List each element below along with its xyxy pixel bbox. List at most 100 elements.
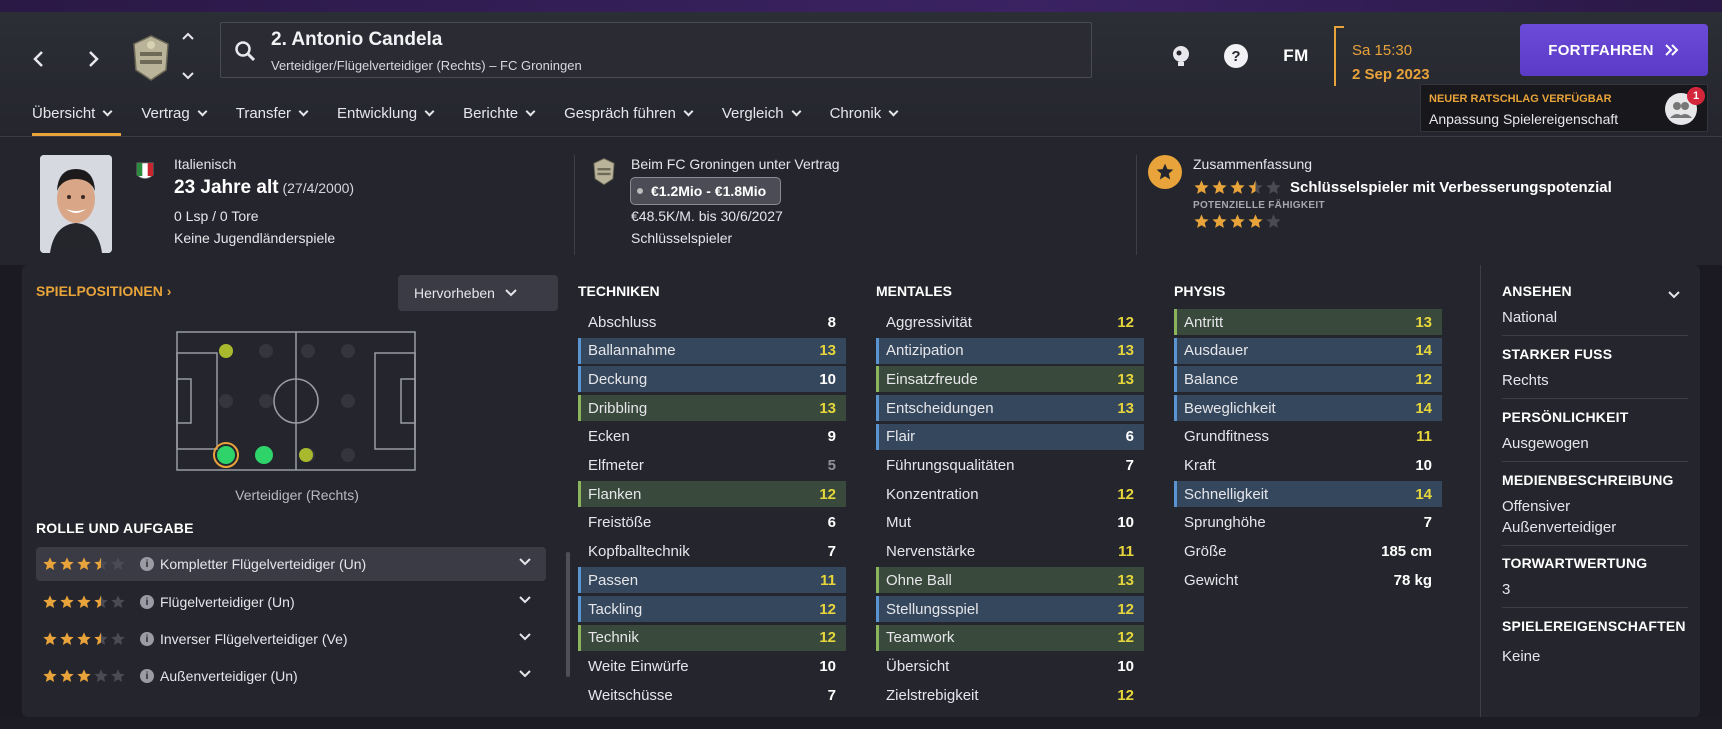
attribute-row[interactable]: Elfmeter 5 xyxy=(578,453,846,479)
chevron-down-icon[interactable] xyxy=(518,632,532,642)
attribute-row[interactable]: Führungsqualitäten 7 xyxy=(876,453,1144,479)
attribute-value: 8 xyxy=(827,313,836,331)
roles-scrollbar[interactable] xyxy=(566,552,570,677)
attribute-row[interactable]: Schnelligkeit 14 xyxy=(1174,481,1442,508)
reputation-block[interactable]: ANSEHEN National xyxy=(1502,283,1688,328)
divider xyxy=(1502,545,1688,546)
chevron-down-icon[interactable] xyxy=(1668,291,1680,299)
info-icon[interactable]: i xyxy=(140,669,154,683)
help-icon[interactable]: ? xyxy=(1219,39,1253,73)
star-icon xyxy=(43,595,57,608)
attribute-row[interactable]: Entscheidungen 13 xyxy=(876,395,1144,422)
tab-label: Vertrag xyxy=(141,104,190,122)
attribute-row[interactable]: Balance 12 xyxy=(1174,366,1442,393)
star-icon xyxy=(111,595,125,608)
chevron-down-icon[interactable] xyxy=(518,557,532,567)
chevron-down-icon xyxy=(791,106,802,116)
fm-logo[interactable]: FM xyxy=(1276,39,1316,73)
back-button[interactable] xyxy=(22,42,56,76)
attribute-row[interactable]: Flanken 12 xyxy=(578,481,846,508)
attribute-row[interactable]: Gewicht 78 kg xyxy=(1174,567,1442,593)
tab-overview[interactable]: Übersicht xyxy=(22,98,122,136)
attribute-row[interactable]: Passen 11 xyxy=(578,567,846,594)
attribute-value: 10 xyxy=(1117,657,1134,675)
tab-transfer[interactable]: Transfer xyxy=(226,98,317,128)
attribute-row[interactable]: Teamwork 12 xyxy=(876,624,1144,651)
tab-development[interactable]: Entwicklung xyxy=(327,98,443,128)
attribute-row[interactable]: Grundfitness 11 xyxy=(1174,424,1442,450)
search-icon[interactable] xyxy=(233,39,257,63)
tab-interact[interactable]: Gespräch führen xyxy=(554,98,702,128)
club-crest-small-icon xyxy=(590,155,618,192)
attribute-row[interactable]: Dribbling 13 xyxy=(578,395,846,422)
player-switcher[interactable] xyxy=(180,32,196,80)
search-bar[interactable]: 2. Antonio Candela Verteidiger/Flügelver… xyxy=(220,22,1092,78)
continue-button[interactable]: FORTFAHREN xyxy=(1520,24,1708,76)
attribute-row[interactable]: Zielstrebigkeit 12 xyxy=(876,682,1144,708)
attribute-row[interactable]: Deckung 10 xyxy=(578,366,846,393)
attribute-row[interactable]: Flair 6 xyxy=(876,423,1144,450)
role-row[interactable]: i Außenverteidiger (Un) xyxy=(36,659,546,693)
highlight-dropdown[interactable]: Hervorheben xyxy=(398,275,558,311)
chevron-down-icon[interactable] xyxy=(518,595,532,605)
positions-title[interactable]: SPIELPOSITIONEN › xyxy=(36,283,171,299)
attribute-row[interactable]: Freistöße 6 xyxy=(578,510,846,536)
advice-notification[interactable]: NEUER RATSCHLAG VERFÜGBAR Anpassung Spie… xyxy=(1420,84,1708,132)
mental-title: MENTALES xyxy=(876,283,952,299)
attribute-row[interactable]: Nervenstärke 11 xyxy=(876,539,1144,565)
attribute-row[interactable]: Tackling 12 xyxy=(578,596,846,622)
game-date[interactable]: Sa 15:30 2 Sep 2023 xyxy=(1334,26,1444,86)
attribute-row[interactable]: Kraft 10 xyxy=(1174,453,1442,479)
attribute-row[interactable]: Konzentration 12 xyxy=(876,481,1144,507)
tab-compare[interactable]: Vergleich xyxy=(712,98,810,128)
attribute-name: Aggressivität xyxy=(886,313,972,331)
role-name: Flügelverteidiger (Un) xyxy=(160,594,295,610)
attribute-row[interactable]: Sprunghöhe 7 xyxy=(1174,510,1442,536)
attribute-name: Abschluss xyxy=(588,313,657,331)
role-row[interactable]: i Inverser Flügelverteidiger (Ve) xyxy=(36,622,546,656)
attribute-row[interactable]: Ballannahme 13 xyxy=(578,337,846,364)
attribute-row[interactable]: Übersicht 10 xyxy=(876,653,1144,679)
role-row[interactable]: i Flügelverteidiger (Un) xyxy=(36,585,546,619)
forward-button[interactable] xyxy=(76,42,110,76)
attribute-row[interactable]: Weite Einwürfe 10 xyxy=(578,653,846,679)
attribute-row[interactable]: Ecken 9 xyxy=(578,424,846,450)
tab-history[interactable]: Chronik xyxy=(820,98,908,128)
attribute-row[interactable]: Weitschüsse 7 xyxy=(578,682,846,708)
main-panel: SPIELPOSITIONEN › Hervorheben Verteidige… xyxy=(22,265,1700,717)
info-icon[interactable]: i xyxy=(140,632,154,646)
attribute-value: 10 xyxy=(819,657,836,675)
chevron-left-icon xyxy=(33,51,43,67)
chevron-up-icon[interactable] xyxy=(182,32,194,40)
chevron-down-icon[interactable] xyxy=(518,669,532,679)
club-crest-icon[interactable] xyxy=(128,30,174,84)
attribute-row[interactable]: Größe 185 cm xyxy=(1174,539,1442,565)
attribute-row[interactable]: Beweglichkeit 14 xyxy=(1174,395,1442,422)
attribute-row[interactable]: Ausdauer 14 xyxy=(1174,337,1442,364)
attribute-row[interactable]: Einsatzfreude 13 xyxy=(876,366,1144,393)
tab-reports[interactable]: Berichte xyxy=(453,98,544,128)
attribute-name: Beweglichkeit xyxy=(1184,399,1276,417)
attribute-row[interactable]: Kopfballtechnik 7 xyxy=(578,539,846,565)
attribute-value: 12 xyxy=(1117,600,1134,618)
attribute-row[interactable]: Antritt 13 xyxy=(1174,309,1442,335)
tab-contract[interactable]: Vertrag xyxy=(131,98,215,128)
value-tag[interactable]: €1.2Mio - €1.8Mio xyxy=(630,177,782,205)
attribute-row[interactable]: Antizipation 13 xyxy=(876,337,1144,364)
attribute-name: Freistöße xyxy=(588,514,652,532)
attribute-row[interactable]: Aggressivität 12 xyxy=(876,309,1144,335)
role-row[interactable]: i Kompletter Flügelverteidiger (Un) xyxy=(36,547,546,581)
attribute-row[interactable]: Stellungsspiel 12 xyxy=(876,596,1144,622)
potential-label: POTENZIELLE FÄHIGKEIT xyxy=(1193,200,1325,211)
attribute-row[interactable]: Ohne Ball 13 xyxy=(876,567,1144,594)
info-icon[interactable]: i xyxy=(140,557,154,571)
chevron-down-icon[interactable] xyxy=(182,72,194,80)
attribute-row[interactable]: Mut 10 xyxy=(876,510,1144,536)
attribute-row[interactable]: Abschluss 8 xyxy=(578,309,846,335)
trophy-icon[interactable] xyxy=(1164,39,1198,73)
star-icon xyxy=(43,669,57,682)
divider xyxy=(1502,461,1688,462)
attribute-row[interactable]: Technik 12 xyxy=(578,624,846,651)
caps: 0 Lsp / 0 Tore xyxy=(174,208,259,224)
info-icon[interactable]: i xyxy=(140,595,154,609)
